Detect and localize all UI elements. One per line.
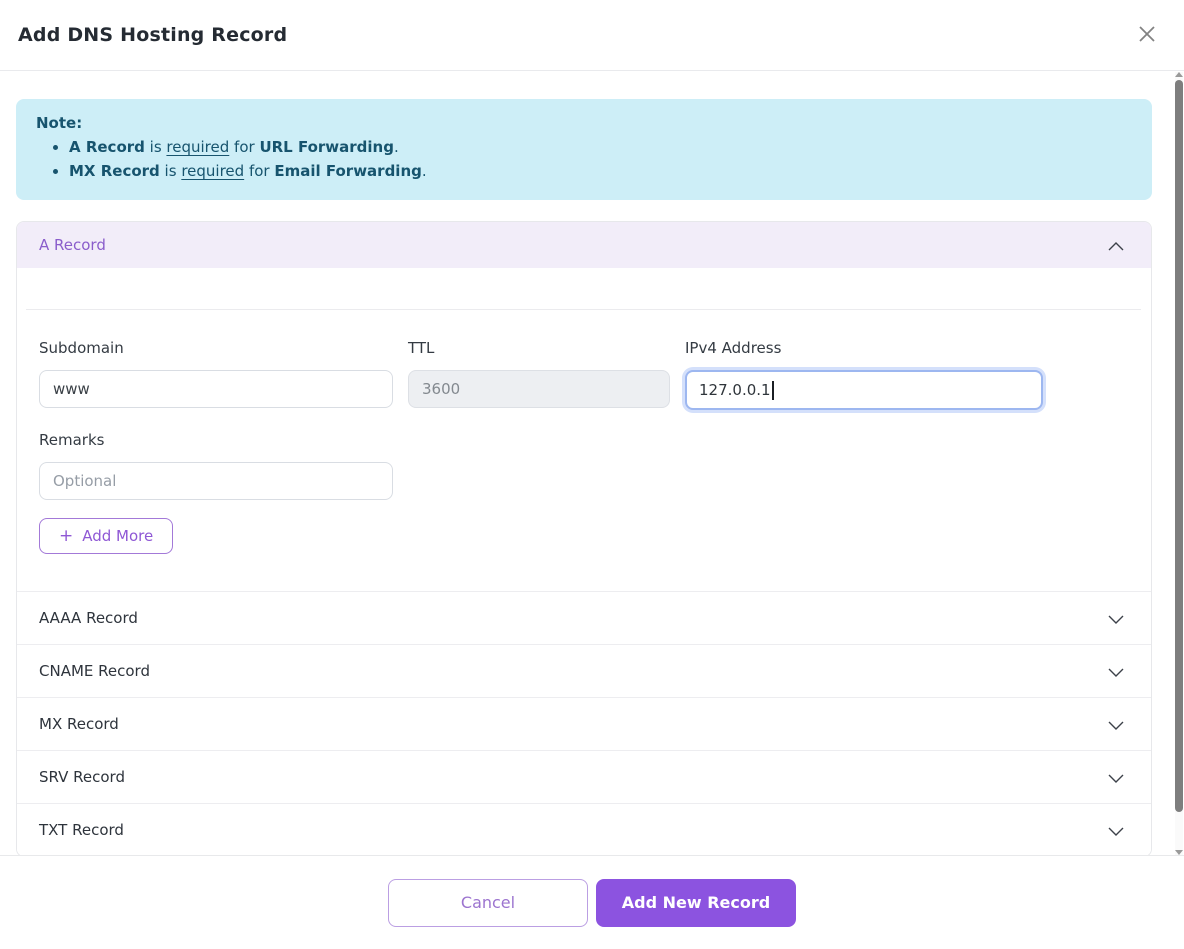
modal-footer: Cancel Add New Record	[0, 855, 1184, 949]
ipv4-address-label: IPv4 Address	[685, 339, 1043, 357]
add-more-button[interactable]: + Add More	[39, 518, 173, 554]
close-button[interactable]	[1132, 20, 1162, 50]
modal-title: Add DNS Hosting Record	[18, 24, 287, 46]
accordion-header-a-record[interactable]: A Record	[17, 222, 1151, 268]
a-record-section-content: Subdomain TTL IPv4 Address 127.0.0.1	[17, 309, 1151, 591]
modal-body: Note: A Record is required for URL Forwa…	[0, 71, 1184, 857]
accordion-header-mx-record[interactable]: MX Record	[17, 697, 1151, 750]
ttl-input	[408, 370, 670, 408]
accordion-header-srv-record[interactable]: SRV Record	[17, 750, 1151, 803]
text-cursor	[772, 381, 774, 400]
accordion-row-label: SRV Record	[39, 768, 125, 786]
note-list: A Record is required for URL Forwarding.…	[36, 135, 1134, 183]
accordion-header-cname-record[interactable]: CNAME Record	[17, 644, 1151, 697]
remarks-field-group: Remarks	[39, 431, 393, 500]
accordion-header-txt-record[interactable]: TXT Record	[17, 803, 1151, 856]
modal-header: Add DNS Hosting Record	[0, 0, 1184, 71]
chevron-down-icon	[1108, 821, 1124, 840]
note-item-mx-record: MX Record is required for Email Forwardi…	[69, 159, 1134, 183]
ttl-label: TTL	[408, 339, 670, 357]
scrollbar-up-arrow-icon[interactable]	[1175, 72, 1183, 77]
remarks-label: Remarks	[39, 431, 393, 449]
plus-icon: +	[59, 528, 73, 545]
a-record-fields: Subdomain TTL IPv4 Address 127.0.0.1	[17, 310, 1151, 591]
accordion-row-label: AAAA Record	[39, 609, 138, 627]
note-heading: Note:	[36, 114, 1134, 132]
ipv4-address-input[interactable]: 127.0.0.1	[685, 370, 1043, 410]
chevron-down-icon	[1108, 768, 1124, 787]
chevron-down-icon	[1108, 609, 1124, 628]
accordion-header-aaaa-record[interactable]: AAAA Record	[17, 591, 1151, 644]
scrollbar-thumb[interactable]	[1175, 80, 1183, 812]
accordion-row-label: CNAME Record	[39, 662, 150, 680]
note-box: Note: A Record is required for URL Forwa…	[16, 99, 1152, 200]
add-new-record-button[interactable]: Add New Record	[596, 879, 796, 927]
cancel-button[interactable]: Cancel	[388, 879, 588, 927]
subdomain-label: Subdomain	[39, 339, 393, 357]
ipv4-address-value: 127.0.0.1	[699, 381, 771, 399]
close-icon	[1136, 23, 1158, 48]
vertical-scrollbar[interactable]	[1175, 72, 1183, 855]
add-more-label: Add More	[82, 527, 153, 545]
accordion-row-label: TXT Record	[39, 821, 124, 839]
accordion-header-label: A Record	[39, 236, 106, 254]
remarks-input[interactable]	[39, 462, 393, 500]
ipv4-field-group: IPv4 Address 127.0.0.1	[685, 339, 1043, 410]
dns-record-accordion: A Record Subdomain TTL IP	[16, 221, 1152, 857]
note-item-a-record: A Record is required for URL Forwarding.	[69, 135, 1134, 159]
accordion-row-label: MX Record	[39, 715, 119, 733]
subdomain-field-group: Subdomain	[39, 339, 393, 410]
chevron-down-icon	[1108, 662, 1124, 681]
ttl-field-group: TTL	[408, 339, 670, 410]
subdomain-input[interactable]	[39, 370, 393, 408]
chevron-down-icon	[1108, 715, 1124, 734]
chevron-up-icon	[1108, 236, 1124, 255]
